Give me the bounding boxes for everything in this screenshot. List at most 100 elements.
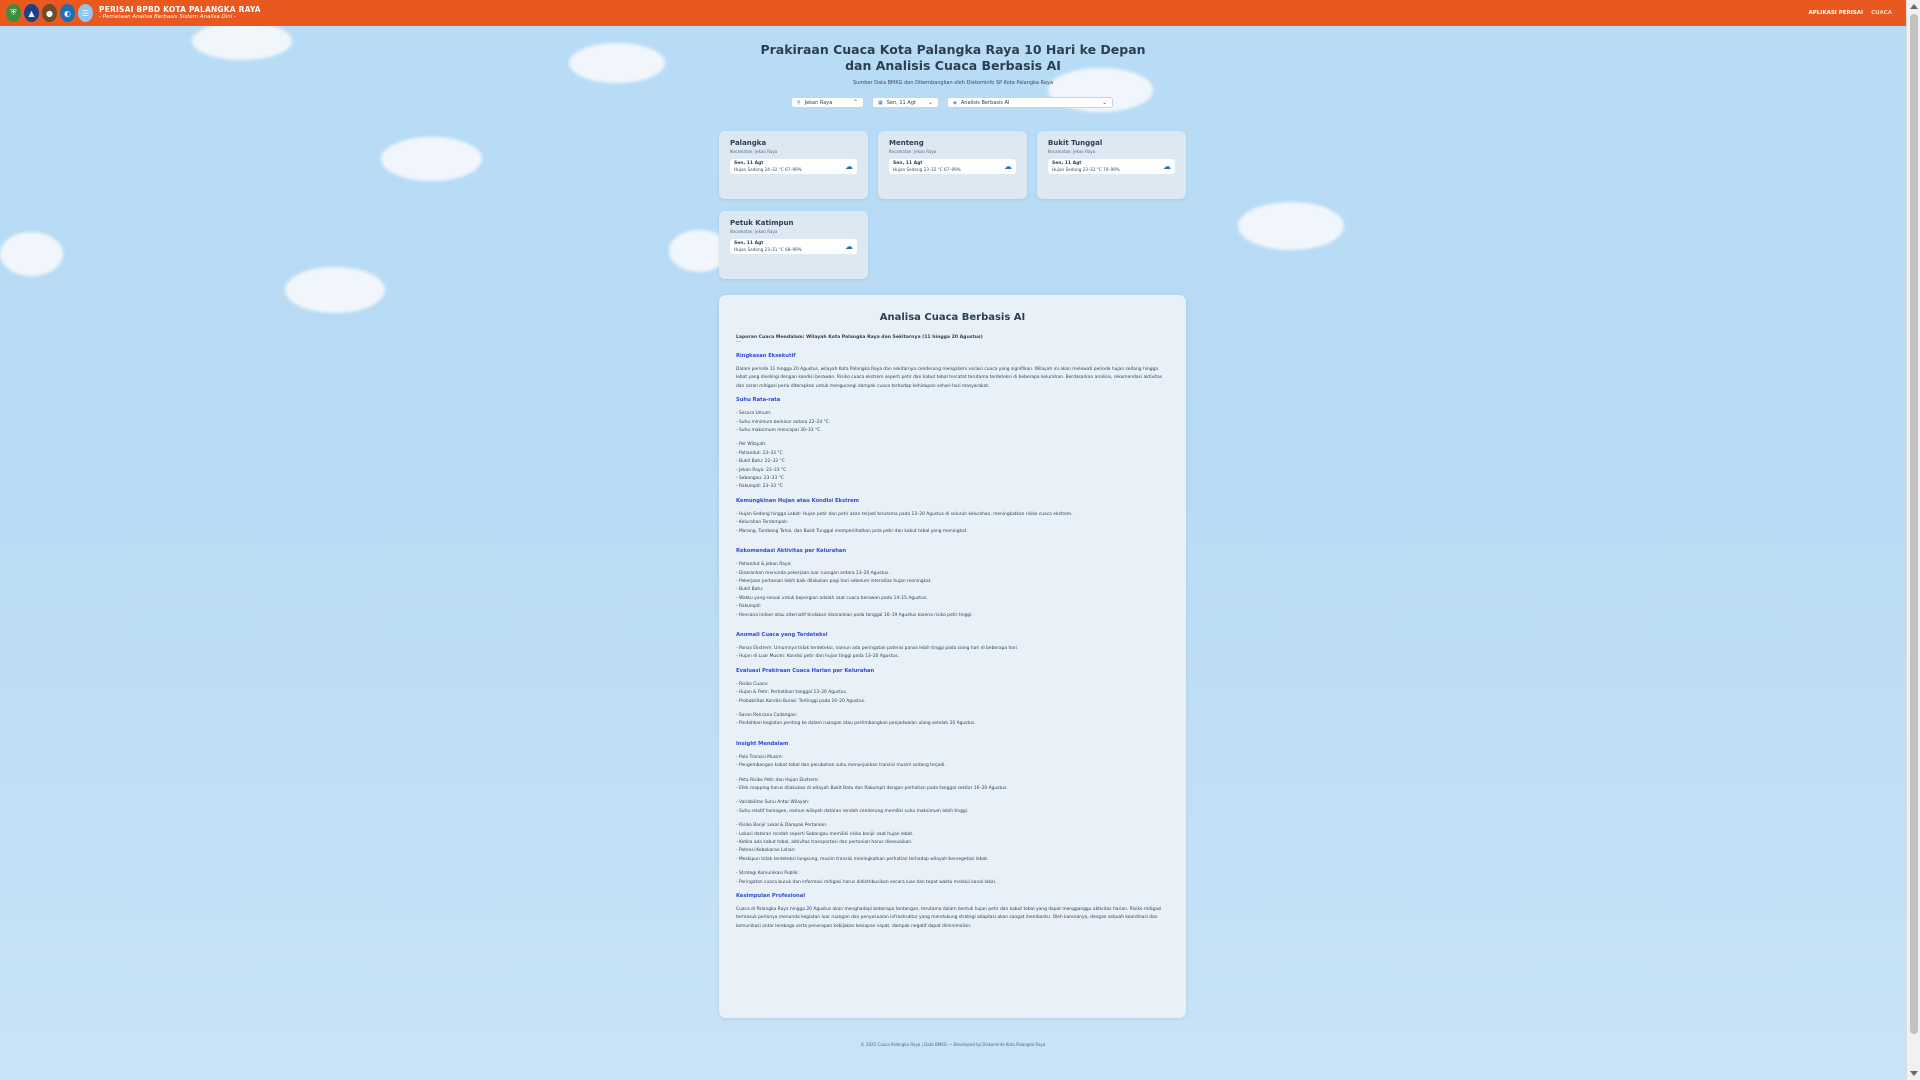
forecast-desc: Hujan Sedang 23–32 °C 67–99% — [893, 167, 961, 172]
list-item: - Efek mapping harus dilakukan di wilaya… — [736, 786, 1008, 791]
list-item: - Hujan di Luar Musim: Kondisi petir dan… — [736, 654, 899, 660]
nav-link-cuaca[interactable]: CUACA — [1871, 10, 1892, 16]
list-item: - Probabilitas Kondisi Buruk: Tertinggi … — [736, 698, 866, 704]
chevron-down-icon: ⌄ — [927, 99, 933, 106]
scroll-down-icon[interactable] — [1910, 1071, 1918, 1076]
list-item: - Saran Rencana Cadangan: — [736, 712, 798, 718]
top-navbar: ⛨ ▲ ● ◐ ☰ PERISAI BPBD KOTA PALANGKA RAY… — [0, 0, 1906, 26]
filter-bar: ⚲ Jekan Raya ⌃ ▦ Sen, 11 Agt ⌄ ◈ Analisi… — [791, 97, 1113, 108]
rain-cloud-icon: ☁ — [845, 242, 853, 251]
region-select-value: Jekan Raya — [804, 99, 833, 106]
village-name: Petuk Katimpun — [730, 219, 794, 227]
brand-title: PERISAI BPBD KOTA PALANGKA RAYA — [99, 4, 261, 14]
separator: --- — [736, 340, 741, 345]
rain-cloud-icon: ☁ — [1163, 162, 1171, 171]
footer: © 2025 Cuaca Palangka Raya | Data BMKG —… — [860, 1042, 1046, 1047]
list-item: - Risiko Cuaca: — [736, 681, 769, 687]
chevron-up-icon: ⌃ — [852, 99, 858, 106]
paragraph: Dalam periode 11 hingga 20 Agustus, wila… — [736, 367, 1163, 389]
district-label: Kecamatan: Jekan Raya — [730, 149, 778, 154]
list-item: - Meskipun tidak terdeteksi langsung, mu… — [736, 856, 989, 862]
date-select-value: Sen, 11 Agt — [886, 99, 916, 106]
village-name: Menteng — [889, 139, 924, 147]
list-item: - Waktu yang sesuai untuk bepergian adal… — [736, 595, 928, 601]
forecast-desc: Hujan Sedang 23–32 °C 70–99% — [1052, 167, 1120, 172]
list-item: - Rencana indoor atau alternatif tindaka… — [736, 612, 973, 618]
list-item: - Secara Umum: — [736, 411, 772, 417]
list-item: - Pekerjaan pertanian lebih baik dilakuk… — [736, 578, 932, 584]
list-item: - Pahandut & Jekan Raya: — [736, 562, 792, 568]
brand: PERISAI BPBD KOTA PALANGKA RAYA - Pemeta… — [99, 4, 261, 21]
chevron-down-icon: ⌄ — [1101, 99, 1107, 106]
forecast-date: Sen, 11 Agt — [893, 161, 923, 166]
list-item: - Risiko Banjir Lokal & Dampak Pertanian… — [736, 823, 828, 829]
district-label: Kecamatan: Jekan Raya — [889, 149, 937, 154]
nav-link-aplikasi-perisai[interactable]: APLIKASI PERISAI — [1808, 10, 1863, 16]
list-item: - Jekan Raya: 23–33 °C — [736, 467, 787, 473]
list-item: - Pengembangan kabut tebal dan perubahan… — [736, 763, 946, 769]
list-item: - Peringatan cuaca buruk dan informasi m… — [736, 879, 997, 885]
village-card[interactable]: Petuk Katimpun Kecamatan: Jekan Raya Sen… — [719, 211, 868, 279]
forecast-day[interactable]: Sen, 11 Agt Hujan Sedang 23–32 °C 70–99%… — [1048, 159, 1175, 174]
logo-group: ⛨ ▲ ● ◐ ☰ — [6, 4, 93, 22]
region-select[interactable]: ⚲ Jekan Raya ⌃ — [791, 97, 864, 108]
list-item: - Potensi Kebakaran Lahan: — [736, 848, 796, 854]
list-item: - Variabilitas Suhu Antar Wilayah: — [736, 800, 810, 806]
nav-menu: APLIKASI PERISAI CUACA — [1808, 10, 1900, 16]
forecast-date: Sen, 11 Agt — [734, 161, 764, 166]
scroll-thumb[interactable] — [1910, 14, 1918, 1034]
section-heading: Rekomendasi Aktivitas per Kelurahan — [736, 548, 847, 555]
list-item: - Kelurahan Terdampak: — [736, 520, 789, 526]
scroll-up-icon[interactable] — [1910, 4, 1918, 9]
perisai-logo-icon: ☰ — [78, 4, 93, 22]
diskominfo-logo-icon: ◐ — [60, 4, 75, 22]
village-name: Bukit Tunggal — [1048, 139, 1103, 147]
section-heading: Evaluasi Prakiraan Cuaca Harian per Kelu… — [736, 667, 875, 674]
bpbd-logo-icon: ▲ — [24, 4, 39, 22]
forecast-day[interactable]: Sen, 11 Agt Hujan Sedang 23–32 °C 67–99%… — [889, 159, 1016, 174]
layers-icon: ◈ — [953, 99, 957, 106]
list-item: - Suhu minimum berkisar antara 22–24 °C. — [736, 419, 831, 425]
village-name: Palangka — [730, 139, 767, 147]
list-item: - Bukit Batu: — [736, 587, 764, 593]
list-item: - Pahandut: 23–33 °C — [736, 450, 783, 456]
hero-section: Prakiraan Cuaca Kota Palangka Raya 10 Ha… — [0, 42, 1906, 86]
page-title-line2: dan Analisis Cuaca Berbasis AI — [845, 58, 1061, 73]
village-card[interactable]: Palangka Kecamatan: Jekan Raya Sen, 11 A… — [719, 131, 868, 199]
village-card[interactable]: Bukit Tunggal Kecamatan: Jekan Raya Sen,… — [1037, 131, 1186, 199]
district-label: Kecamatan: Jekan Raya — [730, 229, 778, 234]
mode-select[interactable]: ◈ Analisis Berbasis AI ⌄ — [947, 97, 1113, 108]
list-item: - Ketika ada kabut tebal, aktivitas tran… — [736, 840, 913, 846]
list-item: - Lokasi dataran rendah seperti Sebangau… — [736, 831, 914, 837]
forecast-day[interactable]: Sen, 11 Agt Hujan Sedang 23–31 °C 68–99%… — [730, 239, 857, 254]
forecast-desc: Hujan Sedang 24–32 °C 67–99% — [734, 167, 802, 172]
section-heading: Kesimpulan Profesional — [736, 893, 806, 900]
ai-analysis-panel: Analisa Cuaca Berbasis AI Laporan Cuaca … — [719, 295, 1186, 1018]
forecast-date: Sen, 11 Agt — [1052, 161, 1082, 166]
rain-cloud-icon: ☁ — [845, 162, 853, 171]
forecast-date: Sen, 11 Agt — [734, 241, 764, 246]
village-card[interactable]: Menteng Kecamatan: Jekan Raya Sen, 11 Ag… — [878, 131, 1027, 199]
paragraph: Cuaca di Palangka Raya hingga 20 Agustus… — [736, 907, 1162, 929]
forecast-desc: Hujan Sedang 23–31 °C 68–99% — [734, 247, 802, 252]
mode-select-value: Analisis Berbasis AI — [960, 99, 1010, 106]
page-title-line1: Prakiraan Cuaca Kota Palangka Raya 10 Ha… — [760, 42, 1146, 57]
section-heading: Anomali Cuaca yang Terdeteksi — [736, 631, 828, 638]
list-item: - Hujan & Petir: Perhatikan tanggal 13–2… — [736, 690, 848, 696]
list-item: - Pindahkan kegiatan penting ke dalam ru… — [736, 721, 976, 727]
list-item: - Sebangau: 23–33 °C — [736, 476, 784, 482]
section-heading: Ringkasan Eksekutif — [736, 353, 796, 359]
forecast-day[interactable]: Sen, 11 Agt Hujan Sedang 24–32 °C 67–99%… — [730, 159, 857, 174]
section-heading: Suhu Rata-rata — [736, 397, 781, 404]
list-item: - Peta Risiko Petir dan Hujan Ekstrem: — [736, 777, 819, 783]
list-item: - Strategi Komunikasi Publik: — [736, 871, 799, 877]
cloud — [381, 137, 482, 181]
date-select[interactable]: ▦ Sen, 11 Agt ⌄ — [872, 97, 939, 108]
list-item: - Suhu maksimum mencapai 30–33 °C. — [736, 428, 822, 434]
vertical-scrollbar[interactable] — [1906, 0, 1920, 1080]
section-heading: Kemungkinan Hujan atau Kondisi Ekstrem — [736, 497, 860, 504]
data-source-note: Sumber Data BMKG dan Dikembangkan oleh D… — [852, 80, 1054, 86]
rain-cloud-icon: ☁ — [1004, 162, 1012, 171]
cloud — [0, 232, 63, 276]
list-item: - Marang, Tumbang Tahai, dan Bukit Tungg… — [736, 528, 968, 534]
